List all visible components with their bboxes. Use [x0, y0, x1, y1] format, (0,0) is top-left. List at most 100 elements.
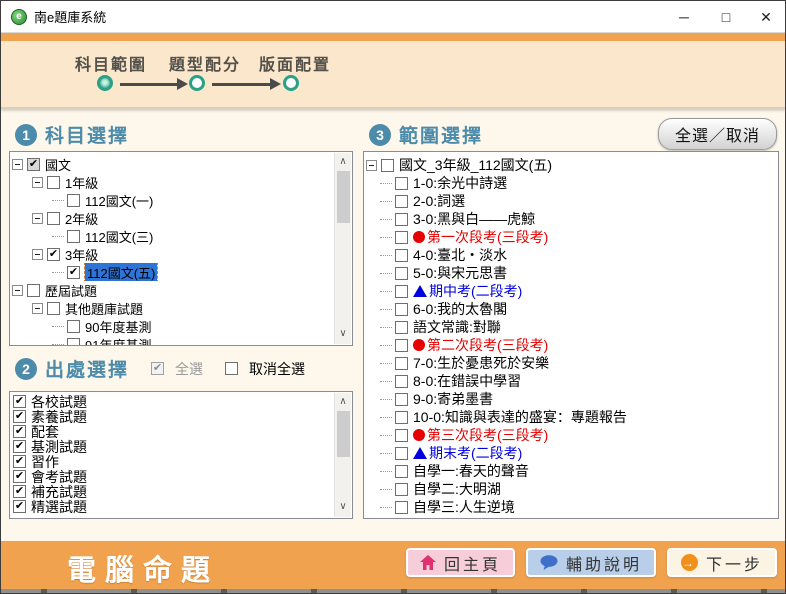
checkbox[interactable]	[395, 176, 408, 190]
range-tree-item[interactable]: 語文常識:對聯	[364, 318, 774, 336]
range-root-label[interactable]: 國文_3年級_112國文(五)	[399, 156, 552, 174]
tree-item-label[interactable]: 其他題庫試題	[65, 299, 143, 317]
source-item-label[interactable]: 補充試題	[31, 484, 87, 499]
tree-expand-icon[interactable]	[32, 176, 43, 188]
range-tree-item[interactable]: 期末考(二段考)	[364, 444, 774, 462]
select-all-checkbox[interactable]	[151, 361, 165, 375]
checkbox[interactable]	[47, 301, 60, 315]
subject-tree-item[interactable]: 112國文(一)	[10, 191, 332, 209]
checkbox[interactable]	[13, 454, 26, 468]
range-item-label[interactable]: 2-0:詞選	[413, 192, 465, 210]
subject-tree-item[interactable]: 國文	[10, 155, 332, 173]
source-list-item[interactable]: 精選試題	[10, 499, 332, 514]
maximize-icon[interactable]: □	[709, 1, 743, 33]
range-tree-root[interactable]: 國文_3年級_112國文(五)	[364, 156, 774, 174]
checkbox[interactable]	[395, 446, 408, 460]
source-list-item[interactable]: 基測試題	[10, 439, 332, 454]
tree-item-label[interactable]: 1年級	[65, 173, 98, 191]
checkbox[interactable]	[67, 229, 80, 243]
source-list-item[interactable]: 補充試題	[10, 484, 332, 499]
tree-expand-icon[interactable]	[12, 158, 23, 170]
tree-item-label[interactable]: 90年度基測	[85, 317, 151, 335]
range-tree-item[interactable]: 自學三:人生逆境	[364, 498, 774, 516]
checkbox[interactable]	[395, 356, 408, 370]
select-all-checkbox-group[interactable]: 全選	[151, 359, 203, 379]
source-list-item[interactable]: 習作	[10, 454, 332, 469]
range-item-label[interactable]: 第一次段考(三段考)	[427, 228, 548, 246]
tree-expand-icon[interactable]	[12, 284, 23, 296]
range-tree-item[interactable]: 自學二:大明湖	[364, 480, 774, 498]
checkbox[interactable]	[67, 319, 80, 333]
subject-tree-item[interactable]: 90年度基測	[10, 317, 332, 335]
step-circle-2[interactable]	[189, 75, 205, 91]
source-item-label[interactable]: 會考試題	[31, 469, 87, 484]
subject-tree-item[interactable]: 歷屆試題	[10, 281, 332, 299]
next-step-button[interactable]: 下一步	[666, 548, 777, 577]
step-circle-3[interactable]	[283, 75, 299, 91]
subject-tree-item[interactable]: 91年度基測	[10, 335, 332, 346]
range-item-label[interactable]: 9-0:寄弟墨書	[413, 390, 493, 408]
checkbox[interactable]	[27, 157, 40, 171]
deselect-all-checkbox[interactable]	[225, 362, 239, 375]
checkbox[interactable]	[13, 469, 26, 483]
scroll-down-icon[interactable]: ∨	[335, 327, 351, 342]
checkbox[interactable]	[395, 320, 408, 334]
range-tree-item[interactable]: 自學一:春天的聲音	[364, 462, 774, 480]
range-tree-item[interactable]: 3-0:黑與白——虎鯨	[364, 210, 774, 228]
checkbox[interactable]	[27, 283, 40, 297]
source-list-item[interactable]: 素養試題	[10, 409, 332, 424]
checkbox[interactable]	[67, 193, 80, 207]
range-item-label[interactable]: 7-0:生於憂患死於安樂	[413, 354, 549, 372]
checkbox[interactable]	[47, 175, 60, 189]
source-scrollbar[interactable]: ∧ ∨	[334, 393, 351, 517]
checkbox[interactable]	[13, 439, 26, 453]
range-item-label[interactable]: 8-0:在錯誤中學習	[413, 372, 521, 390]
range-item-label[interactable]: 期中考(二段考)	[429, 282, 522, 300]
range-item-label[interactable]: 3-0:黑與白——虎鯨	[413, 210, 535, 228]
checkbox[interactable]	[395, 392, 408, 406]
range-tree-item[interactable]: 6-0:我的太魯閣	[364, 300, 774, 318]
range-item-label[interactable]: 6-0:我的太魯閣	[413, 300, 507, 318]
range-tree-item[interactable]: 1-0:余光中詩選	[364, 174, 774, 192]
deselect-all-checkbox-group[interactable]: 取消全選	[225, 359, 305, 379]
minimize-icon[interactable]: ─	[667, 1, 701, 33]
checkbox[interactable]	[395, 302, 408, 316]
close-icon[interactable]: ✕	[749, 1, 783, 33]
subject-tree-item[interactable]: 112國文(三)	[10, 227, 332, 245]
range-tree-item[interactable]: 期中考(二段考)	[364, 282, 774, 300]
source-item-label[interactable]: 配套	[31, 424, 59, 439]
select-toggle-button[interactable]: 全選／取消	[657, 118, 777, 150]
range-item-label[interactable]: 10-0:知識與表達的盛宴：專題報告	[413, 408, 627, 426]
subject-tree-item[interactable]: 1年級	[10, 173, 332, 191]
tree-item-label[interactable]: 112國文(五)	[83, 263, 159, 281]
checkbox[interactable]	[13, 409, 26, 423]
tree-expand-icon[interactable]	[32, 248, 43, 260]
subject-tree-item[interactable]: 112國文(五)	[10, 263, 332, 281]
source-item-label[interactable]: 精選試題	[31, 499, 87, 514]
checkbox[interactable]	[395, 428, 408, 442]
range-item-label[interactable]: 自學三:人生逆境	[413, 498, 515, 516]
range-tree-item[interactable]: 7-0:生於憂患死於安樂	[364, 354, 774, 372]
tree-item-label[interactable]: 91年度基測	[85, 335, 151, 346]
checkbox[interactable]	[395, 230, 408, 244]
range-tree-item[interactable]: 4-0:臺北・淡水	[364, 246, 774, 264]
subject-tree-item[interactable]: 其他題庫試題	[10, 299, 332, 317]
range-item-label[interactable]: 1-0:余光中詩選	[413, 174, 507, 192]
checkbox[interactable]	[13, 394, 26, 408]
step-circle-1[interactable]	[97, 75, 113, 91]
tree-item-label[interactable]: 3年級	[65, 245, 98, 263]
source-list-item[interactable]: 會考試題	[10, 469, 332, 484]
scroll-thumb[interactable]	[337, 411, 350, 457]
scroll-thumb[interactable]	[337, 171, 350, 223]
checkbox[interactable]	[395, 464, 408, 478]
range-tree-item[interactable]: 2-0:詞選	[364, 192, 774, 210]
checkbox[interactable]	[395, 410, 408, 424]
checkbox[interactable]	[395, 212, 408, 226]
range-item-label[interactable]: 語文常識:對聯	[413, 318, 501, 336]
help-button[interactable]: 輔助說明	[525, 548, 656, 577]
range-item-label[interactable]: 期末考(二段考)	[429, 444, 522, 462]
tree-item-label[interactable]: 國文	[45, 155, 71, 173]
checkbox[interactable]	[47, 247, 60, 261]
range-item-label[interactable]: 自學二:大明湖	[413, 480, 501, 498]
range-item-label[interactable]: 自學一:春天的聲音	[413, 462, 529, 480]
